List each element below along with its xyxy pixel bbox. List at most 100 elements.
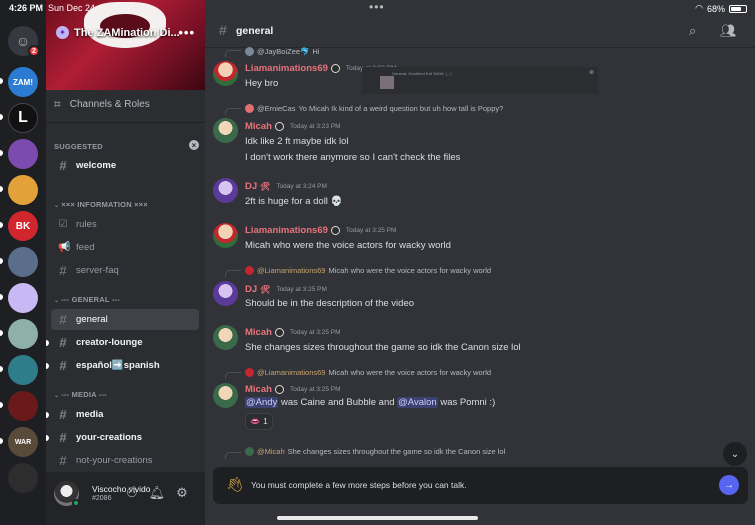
user-mention[interactable]: @Andy bbox=[245, 397, 279, 408]
server-icon-bk[interactable]: BK bbox=[8, 211, 38, 241]
message-timestamp: Today at 3:24 PM bbox=[276, 182, 327, 190]
message-avatar[interactable] bbox=[213, 61, 238, 86]
notice-text: You must complete a few more steps befor… bbox=[251, 480, 467, 490]
author-name: DJ bbox=[245, 284, 258, 295]
message-author[interactable]: Micah Today at 3:23 PM bbox=[245, 121, 341, 132]
community-icon: ✦ bbox=[56, 26, 69, 39]
server-icon-l[interactable]: L bbox=[8, 103, 38, 133]
server-name[interactable]: ✦ The ZAMination Di... bbox=[56, 26, 180, 39]
message-text: 2ft is huge for a doll 💀 bbox=[245, 196, 343, 207]
server-icon-13[interactable] bbox=[8, 463, 38, 493]
find-friends-icon[interactable]: ⚇ bbox=[126, 485, 138, 501]
close-icon[interactable]: ⊗ bbox=[589, 69, 594, 76]
channel-not-your-creations[interactable]: # not-your-creations bbox=[51, 450, 199, 471]
jump-to-bottom-button[interactable]: ⌄ bbox=[723, 442, 747, 466]
server-name-text: The ZAMination Di... bbox=[74, 26, 180, 39]
server-icon-8[interactable] bbox=[8, 283, 38, 313]
section-label: --- MEDIA --- bbox=[61, 390, 107, 399]
message-author[interactable]: Micah Today at 3:25 PM bbox=[245, 384, 341, 395]
section-general[interactable]: ⌄ --- GENERAL --- bbox=[54, 295, 120, 304]
unread-indicator bbox=[0, 186, 3, 192]
channel-label: not-your-creations bbox=[76, 455, 153, 466]
divider bbox=[46, 122, 205, 123]
server-icon-11[interactable] bbox=[8, 391, 38, 421]
reply-preview[interactable]: @Micah She changes sizes throughout the … bbox=[245, 447, 505, 456]
hash-icon: # bbox=[59, 312, 67, 327]
reply-avatar bbox=[245, 104, 254, 113]
reaction-emoji-icon: 👄 bbox=[250, 417, 261, 426]
channel-label: your-creations bbox=[76, 432, 142, 443]
members-icon[interactable]: 👥︎ bbox=[720, 23, 737, 39]
message-timestamp: Today at 3:25 PM bbox=[345, 226, 397, 234]
notifications-bell-icon[interactable]: 🔔︎ bbox=[149, 485, 166, 501]
channel-server-faq[interactable]: # server-faq bbox=[51, 260, 199, 281]
server-more-button[interactable]: ••• bbox=[178, 25, 195, 40]
hash-threads-icon: # bbox=[59, 358, 67, 373]
message-text: @Andy was Caine and Bubble and @Avalon w… bbox=[245, 397, 495, 408]
server-icon-7[interactable] bbox=[8, 247, 38, 277]
server-icon-10[interactable] bbox=[8, 355, 38, 385]
server-icon-9[interactable] bbox=[8, 319, 38, 349]
home-indicator[interactable] bbox=[277, 516, 478, 520]
message-avatar[interactable] bbox=[213, 178, 238, 203]
reply-preview[interactable]: @Liamanimations69 Micah who were the voi… bbox=[245, 368, 491, 377]
chevron-down-icon: ⌄ bbox=[54, 393, 60, 399]
message-timestamp: Today at 3:25 PM bbox=[289, 328, 341, 336]
message-avatar[interactable] bbox=[213, 383, 238, 408]
channel-welcome[interactable]: # welcome bbox=[51, 155, 199, 176]
multitasking-dots-icon[interactable]: ••• bbox=[369, 0, 385, 14]
message-author[interactable]: Micah Today at 3:25 PM bbox=[245, 327, 341, 338]
channel-media[interactable]: # media bbox=[46, 404, 199, 425]
author-name: DJ bbox=[245, 181, 258, 192]
chevron-down-icon: ⌄ bbox=[730, 448, 740, 460]
channel-title[interactable]: general bbox=[236, 25, 273, 37]
verification-notice[interactable]: 👋︎ You must complete a few more steps be… bbox=[213, 467, 748, 504]
message-avatar[interactable] bbox=[213, 118, 238, 143]
message-text: Should be in the description of the vide… bbox=[245, 298, 415, 309]
message-text: She changes sizes throughout the game so… bbox=[245, 342, 521, 353]
server-icon-3[interactable] bbox=[8, 139, 38, 169]
message-author[interactable]: DJ 🛠︎ Today at 3:24 PM bbox=[245, 181, 327, 192]
channel-label: welcome bbox=[76, 160, 117, 171]
channel-creator-lounge[interactable]: # creator-lounge bbox=[46, 332, 199, 353]
channels-roles-button[interactable]: ⌗ Channels & Roles bbox=[54, 97, 150, 112]
channel-espanol[interactable]: # español➡️spanish bbox=[46, 355, 199, 376]
reply-preview[interactable]: @Liamanimations69 Micah who were the voi… bbox=[245, 266, 491, 275]
hash-icon: # bbox=[59, 453, 67, 468]
server-icon-zam[interactable]: ZAM! bbox=[8, 67, 38, 97]
channel-rules[interactable]: ☑ rules bbox=[51, 214, 199, 235]
user-mention[interactable]: @Avalon bbox=[397, 397, 438, 408]
channel-general[interactable]: # general bbox=[51, 309, 199, 330]
unread-dot bbox=[46, 411, 49, 418]
reply-connector bbox=[225, 270, 241, 277]
author-name: Micah bbox=[245, 121, 272, 132]
reply-preview[interactable]: @ErnieCas Yo Micah Ik kind of a weird qu… bbox=[245, 104, 503, 113]
dismiss-suggested-button[interactable]: × bbox=[189, 140, 199, 150]
channel-your-creations[interactable]: # your-creations bbox=[46, 427, 199, 448]
server-icon-doge[interactable] bbox=[8, 175, 38, 205]
notification-badge: 2 bbox=[28, 45, 40, 57]
wifi-icon: ◠ bbox=[695, 3, 703, 13]
settings-gear-icon[interactable]: ⚙ bbox=[176, 485, 188, 501]
reply-preview[interactable]: @JayBoiZee🐬 Hi bbox=[245, 47, 319, 56]
reaction-button[interactable]: 👄 1 bbox=[245, 413, 273, 430]
message-timestamp: Today at 3:23 PM bbox=[289, 122, 341, 130]
reaction-count: 1 bbox=[263, 417, 268, 426]
unread-dot bbox=[46, 339, 49, 346]
message-avatar[interactable] bbox=[213, 223, 238, 248]
reply-connector bbox=[225, 372, 241, 379]
channel-feed[interactable]: 📢 feed bbox=[51, 237, 199, 258]
section-information[interactable]: ⌄ ××× INFORMATION ××× bbox=[54, 200, 148, 209]
link-embed[interactable]: General, Excellent Evil W&W, (...) ⊗ bbox=[362, 67, 598, 94]
message-avatar[interactable] bbox=[213, 281, 238, 306]
server-icon-war[interactable]: WAR bbox=[8, 427, 38, 457]
author-name: Liamanimations69 bbox=[245, 63, 328, 74]
search-icon[interactable]: ⌕ bbox=[689, 23, 696, 39]
message-author[interactable]: Liamanimations69 Today at 3:25 PM bbox=[245, 225, 396, 236]
message-avatar[interactable] bbox=[213, 325, 238, 350]
section-label: ××× INFORMATION ××× bbox=[61, 200, 148, 209]
section-media[interactable]: ⌄ --- MEDIA --- bbox=[54, 390, 107, 399]
continue-arrow-button[interactable]: → bbox=[719, 475, 739, 495]
message-author[interactable]: DJ 🛠︎ Today at 3:25 PM bbox=[245, 284, 327, 295]
unread-indicator bbox=[0, 294, 3, 300]
